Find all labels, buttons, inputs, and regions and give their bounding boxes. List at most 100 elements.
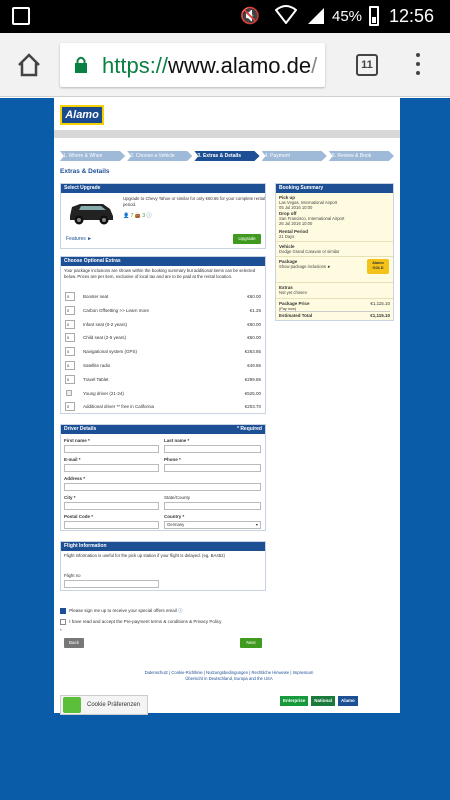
- email-field[interactable]: [64, 464, 159, 472]
- required-note: * Required: [236, 426, 262, 432]
- extra-quantity-select[interactable]: 0: [65, 319, 75, 329]
- alamo-gold-badge: Alamo GOLD: [367, 259, 389, 275]
- features-link[interactable]: Features ►: [66, 236, 92, 242]
- postal-code-field[interactable]: [64, 521, 159, 529]
- brand-logos: Enterprise National Alamo: [280, 696, 358, 706]
- enterprise-logo[interactable]: Enterprise: [280, 696, 309, 706]
- phone-field[interactable]: [164, 464, 261, 472]
- info-icon[interactable]: ⓘ: [147, 213, 152, 219]
- upgrade-panel: Select Upgrade Upgrade to Chevy Tahoe or…: [60, 183, 266, 249]
- terms-label: I have read and accept the Pre-payment t…: [69, 619, 222, 625]
- first-name-field[interactable]: [64, 445, 159, 453]
- pickup-block: Pick up Las Vegas, International Airport…: [276, 193, 393, 243]
- alamo-logo[interactable]: Alamo: [60, 105, 104, 125]
- flight-no-field[interactable]: [64, 580, 159, 588]
- extras-heading: Choose Optional Extras: [61, 257, 265, 266]
- state-field[interactable]: [164, 502, 261, 510]
- terms-checkbox[interactable]: [60, 619, 66, 625]
- address-bar[interactable]: https://www.alamo.de/: [60, 43, 325, 87]
- dropoff-date: 26 Jul 2016 10:00: [279, 221, 313, 227]
- back-button[interactable]: Back: [64, 638, 84, 648]
- address-field[interactable]: [64, 483, 261, 491]
- extra-checkbox[interactable]: [66, 389, 72, 396]
- person-icon: 👤: [123, 213, 130, 219]
- estimated-total-row: Estimated Total €1,115.10: [279, 310, 390, 318]
- country-select[interactable]: Germany ▾: [164, 521, 261, 529]
- step-where-when[interactable]: 1. Where & When: [60, 151, 126, 161]
- city-label: City *: [64, 495, 76, 500]
- last-name-field[interactable]: [164, 445, 261, 453]
- extra-price: €1.25: [249, 307, 261, 313]
- extra-quantity-select[interactable]: 0: [65, 333, 75, 343]
- extra-item: 0 Carbon Offsetting >> Learn more €1.25: [65, 305, 261, 316]
- extra-quantity-select[interactable]: 0: [65, 305, 75, 315]
- city-field[interactable]: [64, 502, 159, 510]
- menu-icon[interactable]: [415, 53, 421, 77]
- extra-quantity-select[interactable]: 0: [65, 361, 75, 370]
- wifi-icon: [275, 5, 297, 24]
- bag-icon: 👜: [134, 213, 142, 219]
- newsletter-consent[interactable]: Please sign me up to receive your specia…: [60, 608, 183, 614]
- driver-heading-text: Driver Details: [64, 426, 97, 432]
- package-price-value: €1,115.10: [370, 300, 390, 306]
- screenshot-notification-icon: [12, 7, 30, 25]
- phone-label: Phone *: [164, 457, 181, 462]
- extra-item: Young driver (21-24) €525.00: [65, 389, 261, 399]
- tab-switcher-button[interactable]: 11: [356, 54, 378, 76]
- extra-label: Travel Tablet: [83, 376, 109, 382]
- extra-item: 0 Infant seat (0-2 years) €60.00: [65, 319, 261, 330]
- extra-label: Satellite radio: [83, 363, 111, 368]
- terms-consent[interactable]: I have read and accept the Pre-payment t…: [60, 619, 221, 625]
- extras-intro: Your package inclusions are shown within…: [64, 268, 256, 279]
- extra-price: €525.00: [244, 390, 261, 396]
- extra-item: 0 Navigational system (GPS) €263.85: [65, 347, 261, 357]
- suv-image: [70, 204, 113, 225]
- required-marker: *: [60, 628, 62, 633]
- extras-block: Extras Not yet chosen: [276, 283, 393, 299]
- footer-links-line2[interactable]: Übersicht in Deutschland, Europa and the…: [84, 676, 374, 682]
- package-price-label: Package Price (Pay now): [279, 300, 310, 311]
- cookie-preferences-button[interactable]: Cookie Präferenzen: [60, 695, 148, 715]
- period-value: 21 Days: [279, 233, 295, 239]
- cookie-icon: [63, 697, 81, 713]
- mute-icon: 🔇: [240, 8, 260, 25]
- next-button[interactable]: Next: [240, 638, 262, 648]
- flight-text: Flight information is useful for the pic…: [64, 553, 225, 558]
- cookie-button-label: Cookie Präferenzen: [87, 702, 141, 708]
- state-label: State/County: [164, 495, 191, 500]
- upgrade-button[interactable]: Upgrade: [233, 234, 261, 244]
- extra-price: €299.85: [244, 376, 261, 382]
- last-name-label: Last name *: [164, 438, 190, 443]
- browser-toolbar: https://www.alamo.de/ 11: [0, 33, 450, 97]
- extra-quantity-select[interactable]: 0: [65, 347, 75, 357]
- status-bar: 🔇 45% 12:56: [0, 0, 450, 33]
- extra-label: Infant seat (0-2 years): [83, 321, 128, 327]
- package-block: Package Show package inclusions ► Alamo …: [276, 257, 393, 284]
- battery-level: 45%: [332, 8, 363, 25]
- estimated-total-value: €1,115.10: [370, 312, 390, 318]
- home-icon[interactable]: [16, 53, 42, 77]
- seats-count: 7: [130, 213, 134, 219]
- step-choose-vehicle[interactable]: 2. Choose a Vehicle: [127, 151, 193, 161]
- first-name-label: First name *: [64, 438, 90, 443]
- extra-quantity-select[interactable]: 0: [65, 374, 75, 384]
- extra-price: €60.00: [247, 294, 261, 299]
- country-value: Germany: [167, 522, 185, 527]
- web-page: Alamo 1. Where & When 2. Choose a Vehicl…: [54, 98, 400, 713]
- extra-quantity-select[interactable]: 0: [65, 402, 75, 412]
- price-block: Package Price (Pay now) €1,115.10 Estimat…: [276, 299, 393, 320]
- info-icon[interactable]: ⓘ: [178, 608, 183, 613]
- national-logo[interactable]: National: [311, 696, 336, 706]
- newsletter-checkbox[interactable]: [60, 608, 66, 614]
- alamo-footer-logo[interactable]: Alamo: [338, 696, 358, 706]
- battery-icon: [369, 6, 379, 26]
- flight-heading: Flight Information: [61, 542, 265, 551]
- extra-label: Booster seat: [83, 294, 109, 299]
- capacity-row: 👤 7 👜 3 ⓘ: [123, 212, 152, 219]
- progress-steps: 1. Where & When 2. Choose a Vehicle 3. E…: [60, 151, 395, 161]
- extra-price: €60.00: [247, 335, 261, 341]
- extra-price: €203.70: [244, 404, 261, 410]
- extra-quantity-select[interactable]: 0: [65, 292, 75, 301]
- package-inclusions-link[interactable]: Show package inclusions ►: [279, 264, 349, 269]
- footer-links[interactable]: Datenschutz | Cookie-Richtlinie | Nutzun…: [84, 670, 374, 682]
